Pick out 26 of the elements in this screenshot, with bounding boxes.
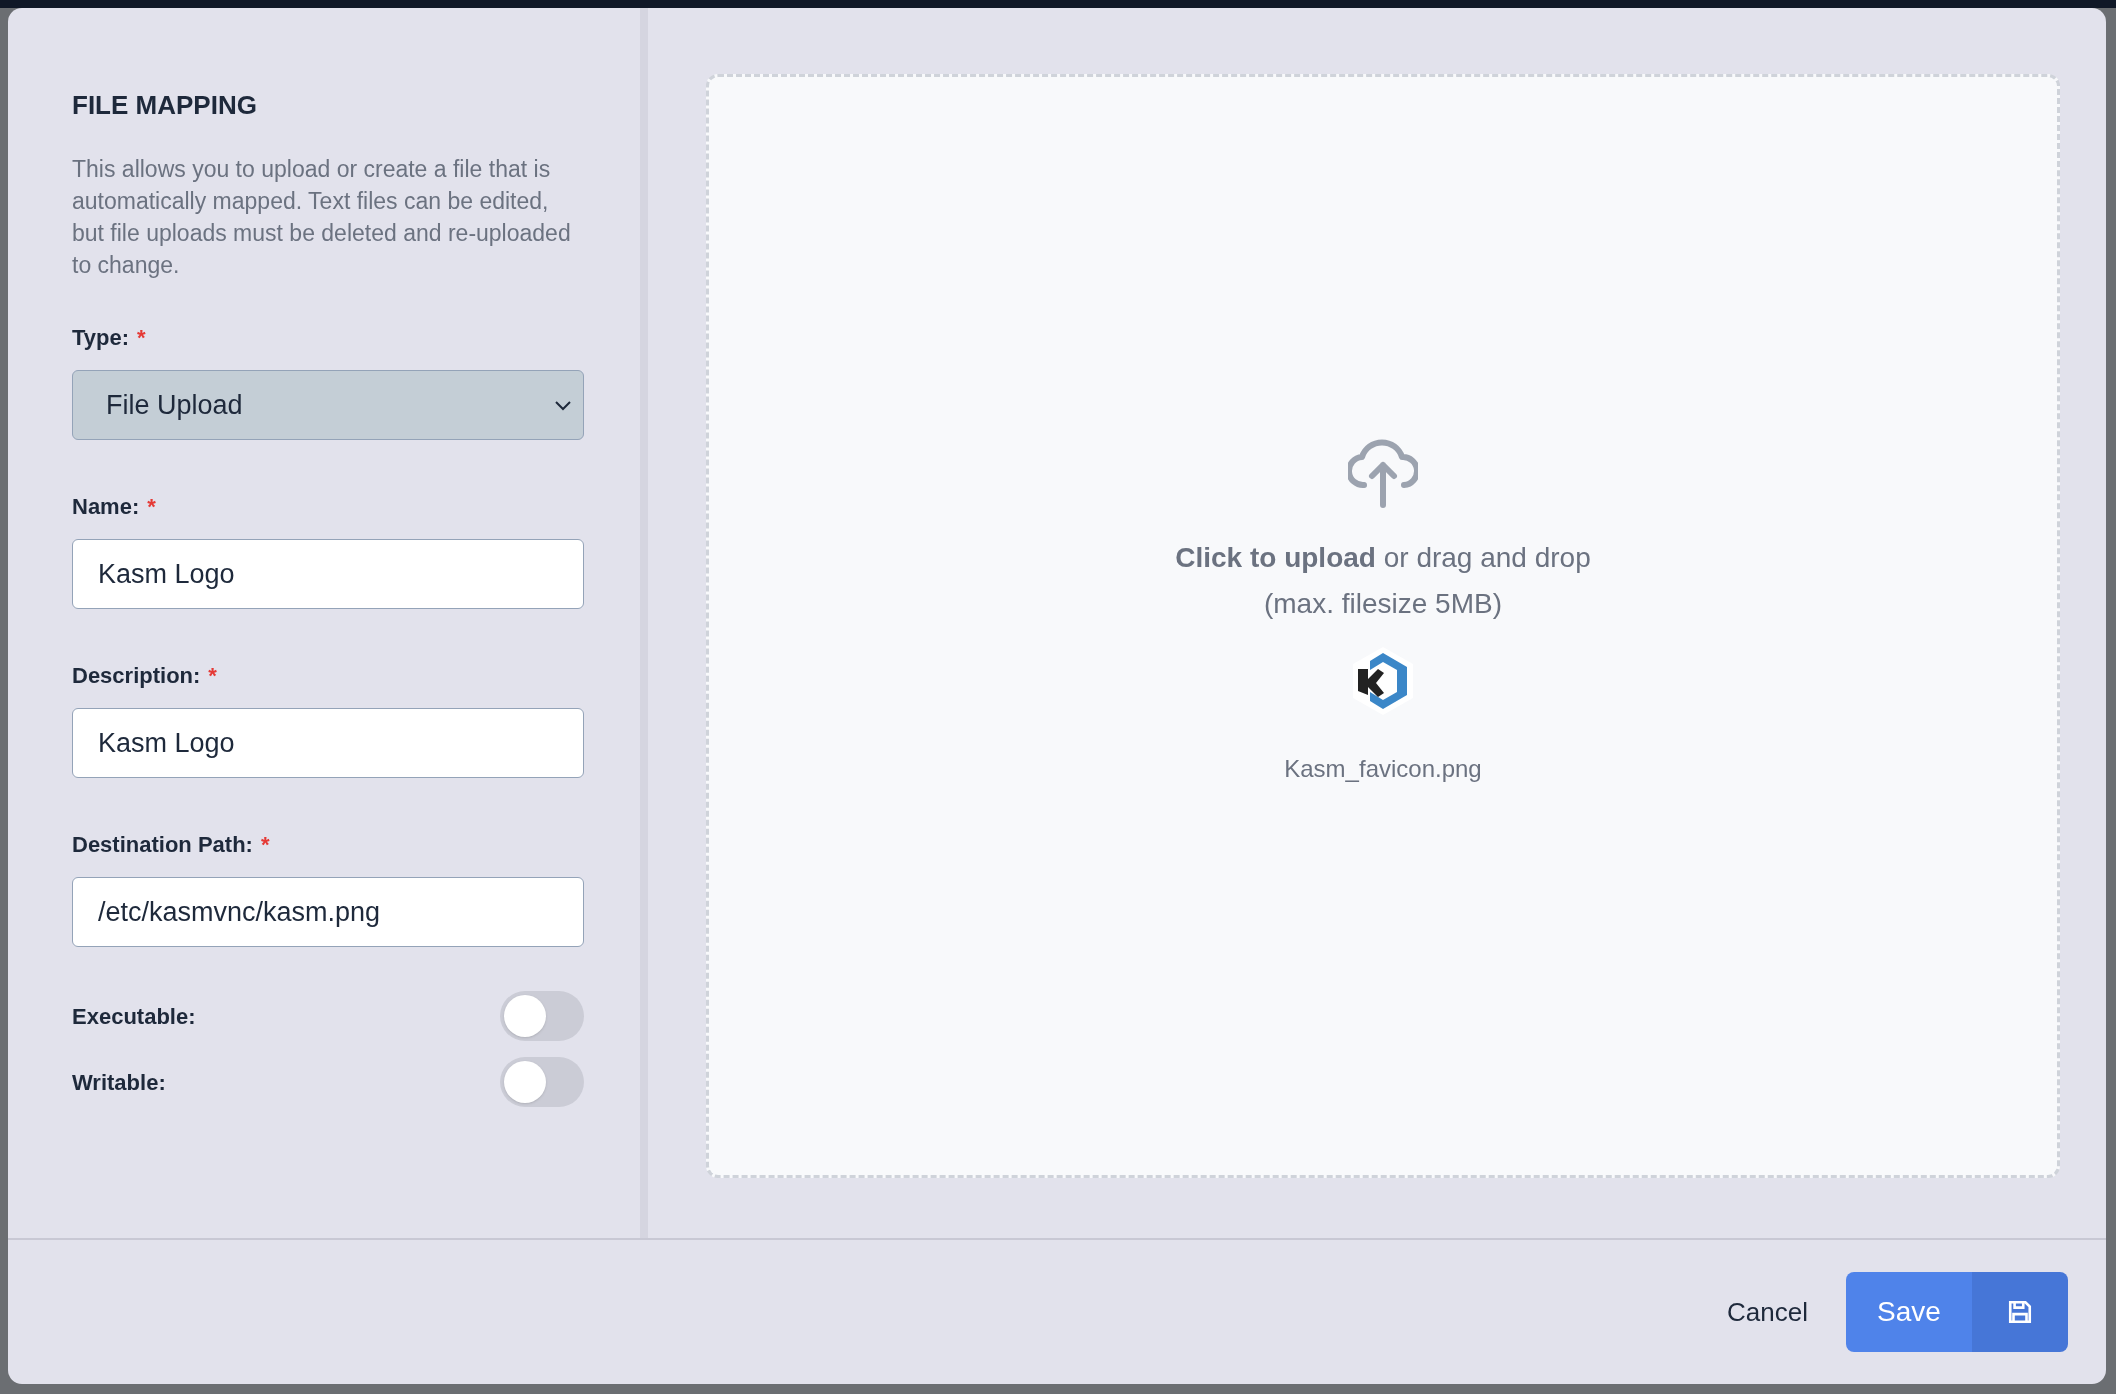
required-mark: * [260,831,270,859]
required-mark: * [137,324,146,352]
required-mark: * [208,662,217,690]
cancel-button[interactable]: Cancel [1725,1292,1810,1332]
field-label: Type: [72,324,130,352]
field-label: Name: [72,493,140,521]
upload-limit: (max. filesize 5MB) [1263,587,1502,621]
save-button[interactable]: Save [1846,1272,1972,1352]
file-name: Kasm_favicon.png [1284,754,1482,784]
hexagon-logo-icon [1350,645,1416,717]
required-mark: * [147,493,156,521]
toggle-switch[interactable] [500,1057,584,1107]
upload-prompt: Click to upload or drag and drop [1175,541,1591,575]
text-field[interactable]: /etc/kasmvnc/kasm.png [72,877,584,947]
type-select[interactable]: File Upload [72,370,584,440]
toggle-label: Writable: [72,1068,166,1097]
panel-title: FILE MAPPING [72,89,258,122]
toggle-label: Executable: [72,1002,196,1031]
text-field[interactable]: Kasm Logo [72,539,584,609]
field-label: Description: [72,662,201,690]
save-icon-button[interactable] [1972,1272,2068,1352]
text-field[interactable]: Kasm Logo [72,708,584,778]
toggle-switch[interactable] [500,991,584,1041]
panel-description: This allows you to upload or create a file that is automatically mapped. Text files can be edited, but file uploads must be deleted and re-uploaded to change. [72,155,572,280]
field-label: Destination Path: [72,831,253,859]
upload-dropzone[interactable]: Click to upload or drag and drop (max. filesize 5MB) Kasm_favicon.png [706,74,2060,1178]
